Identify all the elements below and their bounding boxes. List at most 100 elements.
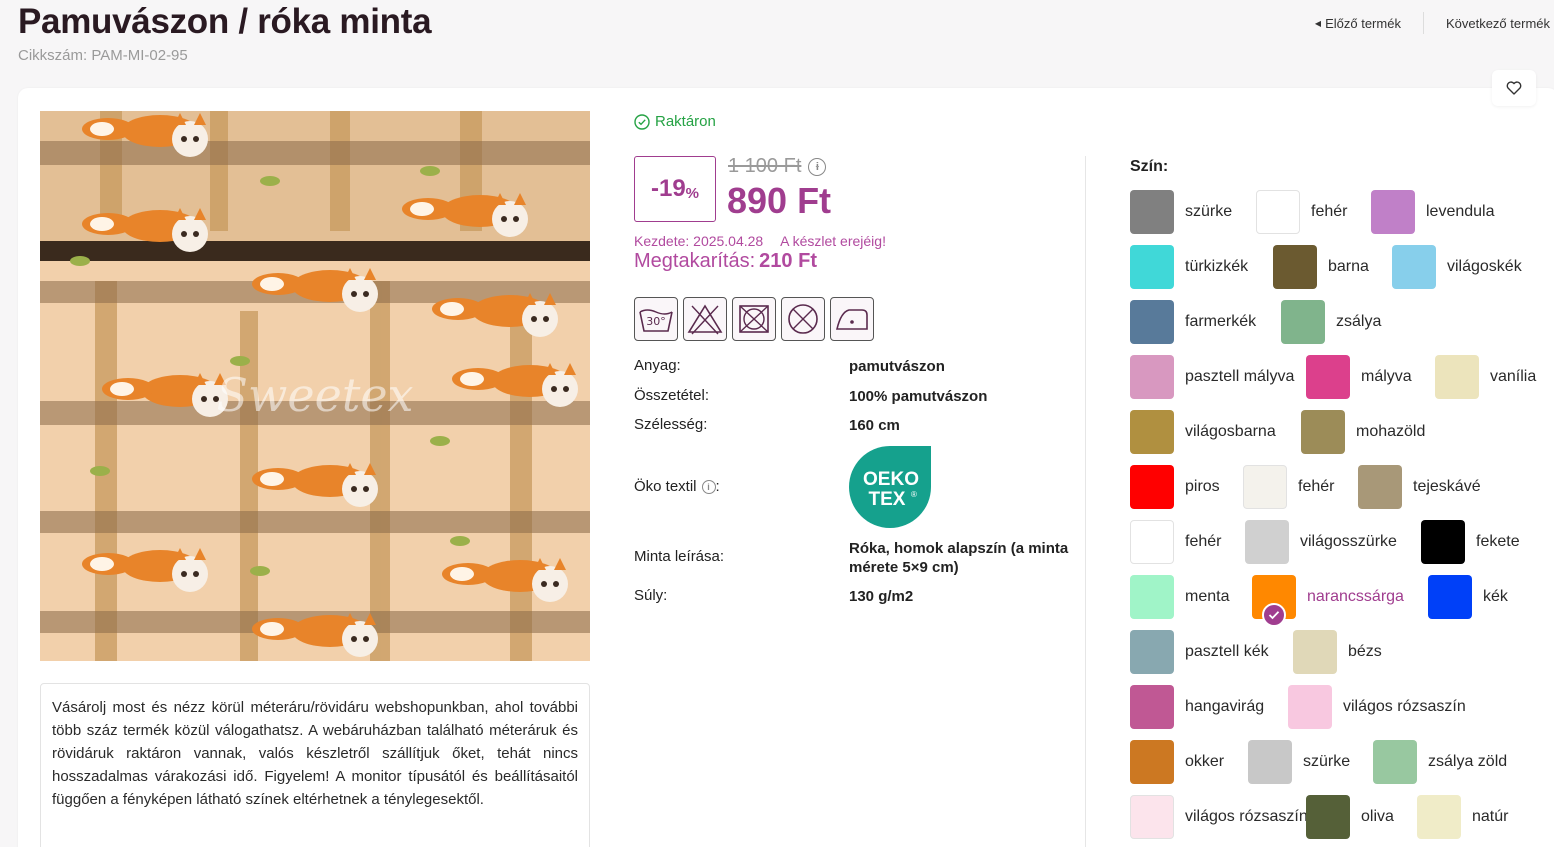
color-label: mályva [1361,368,1412,385]
color-swatch[interactable]: világosszürke [1245,520,1397,564]
color-label: kék [1483,588,1508,605]
color-label: piros [1185,478,1220,495]
color-swatch[interactable]: menta [1130,575,1229,619]
color-label: farmerkék [1185,313,1257,330]
color-label: zsálya zöld [1428,753,1508,770]
info-icon[interactable]: i [808,157,827,176]
color-chip [1358,465,1402,509]
color-swatch[interactable]: kék [1428,575,1508,619]
svg-text:30°: 30° [646,315,666,328]
spec-value-weight: 130 g/m2 [849,588,914,605]
prev-product-link[interactable]: ◀ Előző termék [1315,16,1423,31]
color-swatch[interactable]: szürke [1248,740,1350,784]
check-circle-icon [634,113,650,130]
color-label: világoskék [1447,258,1522,275]
color-chip [1243,465,1287,509]
spec-label-material: Anyag: [634,357,681,374]
prev-product-label: Előző termék [1325,15,1401,31]
color-swatch[interactable]: pasztell kék [1130,630,1269,674]
color-swatch[interactable]: tejeskávé [1358,465,1481,509]
color-section-title: Szín: [1130,158,1169,175]
color-label: bézs [1348,643,1382,660]
color-chip [1421,520,1465,564]
color-chip [1245,520,1289,564]
color-swatch[interactable]: vanília [1435,355,1536,399]
color-label: levendula [1426,203,1495,220]
color-chip [1248,740,1292,784]
color-chip [1306,795,1350,839]
next-product-link[interactable]: Következő termék [1424,16,1554,31]
spec-label-weight: Súly: [634,587,668,604]
color-chip [1288,685,1332,729]
color-label: világos rózsaszín [1185,808,1308,825]
page-title: Pamuvászon / róka minta [18,2,432,41]
info-icon[interactable]: i [701,479,716,494]
color-label: oliva [1361,808,1394,825]
color-chip [1130,410,1174,454]
color-swatch[interactable]: mohazöld [1301,410,1425,454]
color-swatch[interactable]: oliva [1306,795,1394,839]
color-swatch[interactable]: piros [1130,465,1220,509]
spec-label-eco: Öko textil i: [634,478,720,495]
color-chip [1130,685,1174,729]
no-bleach-icon [683,297,727,341]
color-swatch[interactable]: világoskék [1392,245,1522,289]
current-price: 890 Ft [727,180,832,221]
product-photo[interactable]: Sweetex [40,111,590,661]
color-chip [1130,245,1174,289]
color-swatch[interactable]: zsálya zöld [1373,740,1507,784]
color-label: szürke [1303,753,1351,770]
wishlist-button[interactable] [1492,70,1536,106]
color-chip [1130,300,1174,344]
color-swatch[interactable]: natúr [1417,795,1508,839]
color-swatch[interactable]: fehér [1243,465,1334,509]
color-swatch[interactable]: fekete [1421,520,1520,564]
color-swatch[interactable]: fehér [1130,520,1221,564]
color-label: szürke [1185,203,1233,220]
color-label: fekete [1476,533,1520,550]
color-swatch[interactable]: fehér [1256,190,1347,234]
color-label: világosbarna [1185,423,1276,440]
color-swatch[interactable]: világosbarna [1130,410,1276,454]
spec-label-width: Szélesség: [634,416,708,433]
color-label: natúr [1472,808,1509,825]
stock-status: Raktáron [634,113,716,130]
color-chip [1130,520,1174,564]
color-chip [1130,630,1174,674]
color-chip [1130,465,1174,509]
color-label: világos rózsaszín [1343,698,1466,715]
color-swatch[interactable]: szürke [1130,190,1232,234]
savings: Megtakarítás: 210 Ft [634,250,817,272]
column-divider [1085,156,1086,847]
color-swatch[interactable]: narancssárga [1252,575,1404,627]
color-chip [1301,410,1345,454]
color-swatch[interactable]: zsálya [1281,300,1381,344]
color-chip [1130,740,1174,784]
care-symbols: 30° [634,297,879,341]
color-swatch[interactable]: farmerkék [1130,300,1256,344]
color-label: fehér [1298,478,1335,495]
color-swatch[interactable]: világos rózsaszín [1288,685,1466,729]
heart-icon [1506,81,1522,95]
color-swatch[interactable]: pasztell mályva [1130,355,1294,399]
color-label: vanília [1490,368,1537,385]
color-swatch[interactable]: mályva [1306,355,1412,399]
color-swatch[interactable]: barna [1273,245,1369,289]
spec-label-pattern: Minta leírása: [634,548,725,565]
no-tumble-dry-icon [732,297,776,341]
caret-left-icon: ◀ [1314,18,1322,28]
color-swatch[interactable]: világos rózsaszín [1130,795,1308,839]
color-chip [1130,355,1174,399]
color-swatch[interactable]: okker [1130,740,1224,784]
color-swatch[interactable]: türkizkék [1130,245,1248,289]
product-nav: ◀ Előző termék Következő termék [1315,12,1554,34]
spec-value-width: 160 cm [849,417,900,434]
color-chip [1256,190,1300,234]
color-swatch[interactable]: hangavirág [1130,685,1264,729]
color-swatch[interactable]: levendula [1371,190,1495,234]
color-label: pasztell mályva [1185,368,1295,385]
color-chip [1252,575,1296,627]
wash-30-icon: 30° [634,297,678,341]
color-swatch[interactable]: bézs [1293,630,1382,674]
color-label: okker [1185,753,1225,770]
